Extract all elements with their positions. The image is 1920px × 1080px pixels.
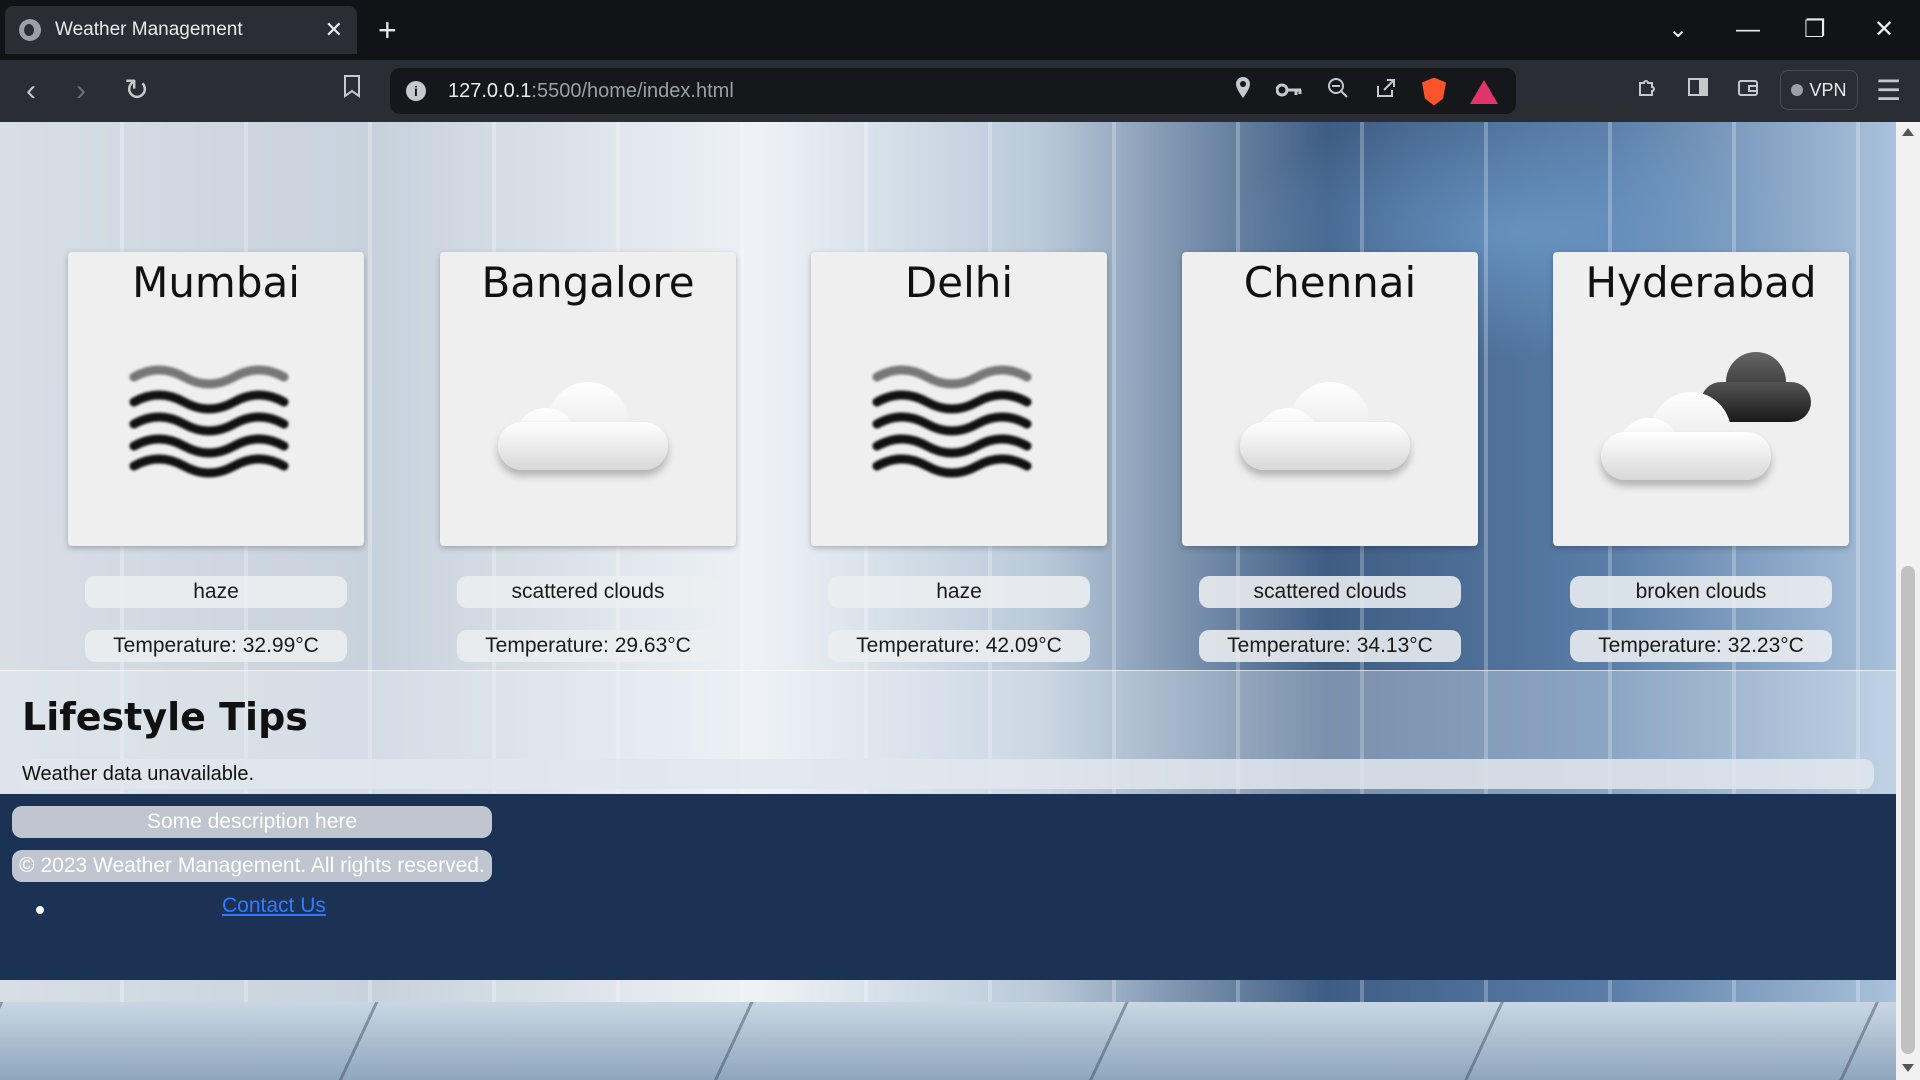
wallet-icon[interactable] — [1736, 75, 1760, 106]
city-name: Chennai — [1243, 258, 1417, 307]
city-column: Delhi haze Temperature: 42.09°C — [811, 252, 1107, 662]
tab-list-icon[interactable]: ⌄ — [1668, 10, 1688, 50]
weather-description: haze — [85, 576, 347, 608]
city-name: Delhi — [904, 258, 1014, 307]
weather-temperature: Temperature: 29.63°C — [457, 630, 719, 662]
weather-temperature: Temperature: 34.13°C — [1199, 630, 1461, 662]
url-path: :5500/home/index.html — [531, 79, 734, 102]
city-column: Hyderabad broken clouds Temperature: 32.… — [1553, 252, 1849, 662]
new-tab-button[interactable]: + — [378, 10, 397, 50]
weather-card: Delhi — [811, 252, 1107, 546]
brave-shields-icon[interactable] — [1422, 77, 1446, 106]
bookmark-icon[interactable] — [342, 73, 362, 109]
forward-icon[interactable]: › — [76, 73, 86, 109]
browser-toolbar: ‹ › ↻ i 127.0.0.1:5500/home/index.html — [0, 60, 1920, 122]
city-name: Hyderabad — [1585, 258, 1817, 307]
footer-description: Some description here — [12, 806, 492, 838]
background-floor-lines — [0, 1002, 1896, 1080]
zoom-out-icon[interactable] — [1326, 76, 1350, 107]
tab-title: Weather Management — [55, 19, 243, 40]
weather-description: broken clouds — [1570, 576, 1832, 608]
weather-description: scattered clouds — [457, 576, 719, 608]
page-footer: Some description here © 2023 Weather Man… — [0, 794, 1896, 980]
page-scrollbar[interactable] — [1896, 122, 1920, 1080]
city-name: Mumbai — [132, 258, 300, 307]
minimize-icon[interactable]: — — [1736, 10, 1760, 50]
key-icon[interactable] — [1275, 78, 1302, 106]
broken-clouds-icon — [1601, 352, 1811, 482]
lifestyle-tips-message: Weather data unavailable. — [20, 759, 1874, 789]
location-icon[interactable] — [1234, 76, 1252, 107]
weather-card: Mumbai — [68, 252, 364, 546]
weather-card: Chennai — [1182, 252, 1478, 546]
haze-icon — [859, 352, 1059, 482]
haze-icon — [116, 352, 316, 482]
extensions-icon[interactable] — [1636, 75, 1660, 106]
vpn-button[interactable]: VPN — [1780, 70, 1858, 110]
weather-card: Hyderabad — [1553, 252, 1849, 546]
lifestyle-tips-section: Lifestyle Tips Weather data unavailable. — [0, 670, 1896, 794]
vpn-label: VPN — [1809, 79, 1847, 100]
weather-temperature: Temperature: 32.23°C — [1570, 630, 1832, 662]
url-host: 127.0.0.1 — [448, 79, 532, 102]
cloud-icon — [488, 352, 688, 482]
lifestyle-tips-heading: Lifestyle Tips — [22, 695, 308, 739]
browser-tab[interactable]: Weather Management ✕ — [5, 6, 357, 54]
reload-icon[interactable]: ↻ — [124, 73, 149, 109]
city-column: Mumbai haze Temperature: 32.99°C — [68, 252, 364, 662]
footer-copyright: © 2023 Weather Management. All rights re… — [12, 850, 492, 882]
weather-temperature: Temperature: 42.09°C — [828, 630, 1090, 662]
city-column: Bangalore scattered clouds Temperature: … — [440, 252, 736, 662]
globe-icon — [19, 19, 41, 41]
scroll-up-icon[interactable] — [1902, 128, 1914, 136]
restore-icon[interactable]: ❐ — [1804, 10, 1826, 50]
sidebar-icon[interactable] — [1686, 75, 1710, 106]
share-icon[interactable] — [1374, 76, 1398, 107]
list-bullet — [36, 906, 44, 914]
cloud-icon — [1230, 352, 1430, 482]
menu-icon[interactable]: ☰ — [1876, 74, 1901, 107]
city-column: Chennai scattered clouds Temperature: 34… — [1182, 252, 1478, 662]
vpn-status-icon — [1791, 84, 1804, 96]
weather-description: haze — [828, 576, 1090, 608]
address-bar[interactable]: i 127.0.0.1:5500/home/index.html — [390, 68, 1516, 114]
browser-tab-bar: Weather Management ✕ + ⌄ — ❐ ✕ — [0, 0, 1920, 60]
city-name: Bangalore — [481, 258, 695, 307]
page-viewport: Mumbai haze Temperature: 32.99°C Bangalo… — [0, 122, 1896, 1080]
scroll-down-icon[interactable] — [1902, 1064, 1914, 1072]
weather-description: scattered clouds — [1199, 576, 1461, 608]
close-window-icon[interactable]: ✕ — [1874, 10, 1894, 50]
brave-rewards-icon[interactable] — [1470, 79, 1498, 104]
weather-card: Bangalore — [440, 252, 736, 546]
tab-close-icon[interactable]: ✕ — [325, 17, 343, 43]
site-info-icon[interactable]: i — [406, 81, 426, 101]
weather-temperature: Temperature: 32.99°C — [85, 630, 347, 662]
contact-us-link[interactable]: Contact Us — [222, 894, 326, 918]
scrollbar-thumb[interactable] — [1901, 566, 1915, 1054]
back-icon[interactable]: ‹ — [26, 73, 36, 109]
